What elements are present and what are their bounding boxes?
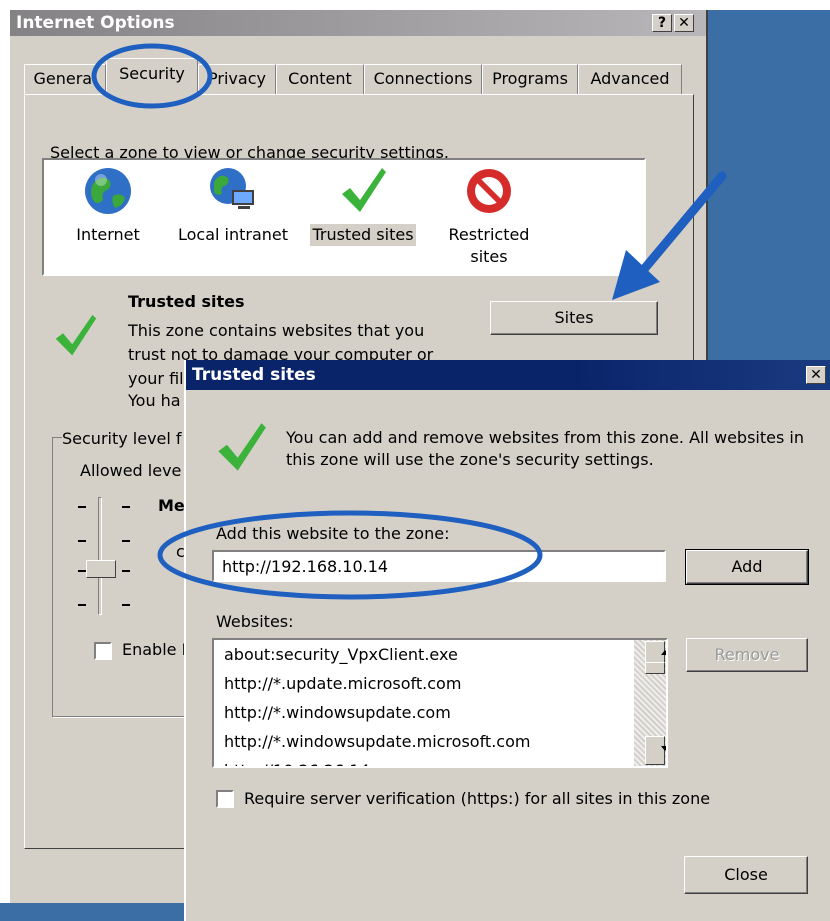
security-slider-thumb[interactable] — [86, 560, 116, 578]
zone-description-line: your fil — [128, 369, 184, 388]
require-https-checkbox[interactable] — [216, 790, 234, 808]
tab-security[interactable]: Security — [106, 58, 198, 96]
zone-label: Trusted sites — [310, 224, 416, 246]
dialog-description-line: this zone will use the zone's security s… — [286, 450, 654, 469]
allowed-levels-label: Allowed leve — [80, 461, 182, 480]
zone-label: Local intranet — [177, 225, 289, 244]
add-website-label: Add this website to the zone: — [216, 524, 450, 543]
dialog-description-line: You can add and remove websites from thi… — [286, 428, 804, 447]
zone-internet[interactable]: Internet — [70, 166, 146, 246]
security-level-name: Me — [158, 496, 185, 515]
add-website-input-value: http://192.168.10.14 — [222, 557, 389, 576]
tab-programs[interactable]: Programs — [482, 64, 578, 94]
websites-label: Websites: — [216, 612, 294, 631]
slider-tick — [122, 570, 130, 572]
zone-list: Internet Local intranet Trusted sites Re… — [42, 158, 646, 276]
add-button[interactable]: Add — [685, 549, 809, 585]
tab-content[interactable]: Content — [276, 64, 364, 94]
tab-advanced[interactable]: Advanced — [578, 64, 682, 94]
tab-general[interactable]: General — [24, 64, 106, 94]
zone-label: Restricted sites — [448, 225, 530, 266]
zone-local-intranet[interactable]: Local intranet — [174, 166, 292, 246]
zone-description-line: You ha — [128, 391, 181, 410]
restricted-icon — [467, 169, 511, 213]
dialog-title: Trusted sites — [192, 365, 316, 385]
zone-trusted-sites[interactable]: Trusted sites — [306, 166, 420, 246]
enable-protected-mode-checkbox[interactable] — [94, 642, 112, 660]
tab-connections[interactable]: Connections — [364, 64, 482, 94]
security-slider-track[interactable] — [98, 497, 102, 615]
close-dialog-button[interactable]: Close — [684, 856, 808, 894]
desktop-background — [708, 10, 830, 360]
enable-protected-mode-label: Enable I — [122, 640, 187, 659]
slider-tick — [78, 506, 86, 508]
security-level-label: Security level f — [62, 429, 184, 448]
website-item[interactable]: http://*.windowsupdate.microsoft.com — [214, 727, 666, 756]
close-button[interactable]: ✕ — [674, 14, 694, 32]
slider-tick — [122, 604, 130, 606]
scroll-thumb[interactable] — [645, 662, 665, 674]
website-item[interactable]: http://*.update.microsoft.com — [214, 669, 666, 698]
require-https-label: Require server verification (https:) for… — [244, 789, 711, 808]
trusted-sites-check-icon — [218, 423, 266, 471]
help-button[interactable]: ? — [652, 14, 672, 32]
website-item[interactable]: about:security_VpxClient.exe — [214, 640, 666, 669]
slider-tick — [78, 604, 86, 606]
slider-tick — [122, 506, 130, 508]
intranet-icon — [210, 168, 254, 209]
sites-button[interactable]: Sites — [490, 301, 658, 335]
zone-description-line: This zone contains websites that you — [128, 321, 425, 340]
taskbar-strip — [0, 903, 184, 921]
remove-button[interactable]: Remove — [686, 638, 808, 672]
checkmark-icon — [342, 168, 386, 212]
slider-tick — [78, 540, 86, 542]
slider-tick — [78, 570, 86, 572]
website-item[interactable]: http://10.26.26.14 — [214, 756, 666, 766]
internet-options-titlebar[interactable]: Internet Options — [10, 10, 706, 36]
dialog-close-button[interactable]: ✕ — [806, 366, 826, 384]
globe-icon — [85, 168, 131, 214]
trusted-sites-dialog: Trusted sites ✕ You can add and remove w… — [184, 360, 830, 921]
add-website-input[interactable]: http://192.168.10.14 — [212, 550, 666, 582]
websites-list[interactable]: about:security_VpxClient.exe http://*.up… — [212, 638, 668, 768]
zone-label: Internet — [76, 225, 140, 244]
window-title: Internet Options — [16, 13, 175, 33]
selected-zone-title: Trusted sites — [128, 292, 245, 311]
website-item[interactable]: http://*.windowsupdate.com — [214, 698, 666, 727]
trusted-zone-check-icon — [55, 314, 97, 356]
trusted-sites-titlebar[interactable]: Trusted sites — [186, 360, 830, 390]
scroll-down-arrow-icon[interactable] — [645, 736, 666, 765]
zone-restricted-sites[interactable]: Restricted sites — [436, 166, 542, 268]
slider-tick — [122, 540, 130, 542]
tab-privacy[interactable]: Privacy — [198, 64, 276, 94]
